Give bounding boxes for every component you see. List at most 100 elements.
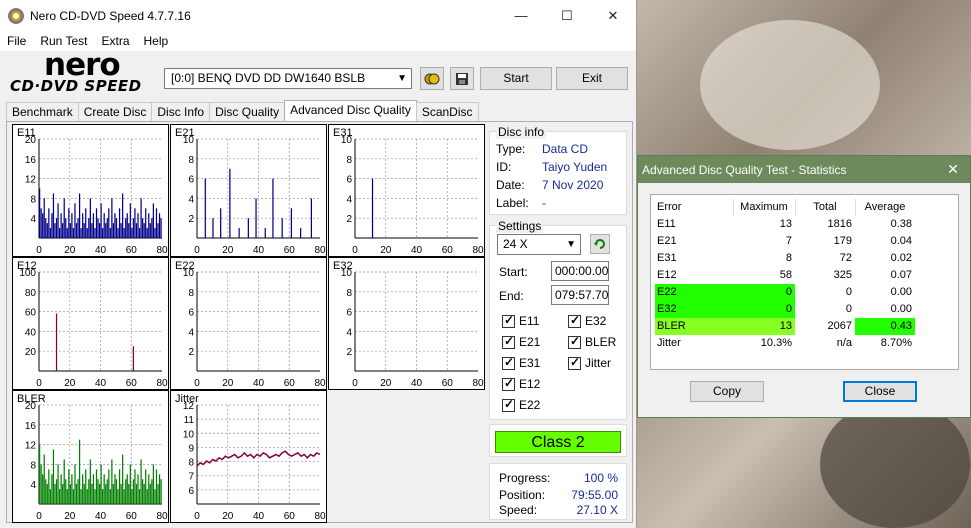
bar <box>49 228 51 238</box>
x-tick-label: 80 <box>314 245 326 256</box>
header-average: Average <box>864 201 906 213</box>
exit-button[interactable]: Exit <box>556 67 628 90</box>
bar <box>131 489 133 504</box>
maximize-button[interactable]: ☐ <box>544 0 590 31</box>
y-tick-label: 100 <box>19 268 36 279</box>
x-tick-label: 20 <box>64 378 76 389</box>
bar <box>97 479 99 504</box>
start-field[interactable]: 000:00.00 <box>551 261 609 281</box>
bar <box>120 223 122 238</box>
bar <box>160 479 162 504</box>
checkbox-e11[interactable]: E11 <box>502 313 539 328</box>
tab-disc-info[interactable]: Disc Info <box>151 102 211 122</box>
menu-help[interactable]: Help <box>137 34 176 48</box>
bar <box>52 193 55 238</box>
dialog-close-icon[interactable]: ✕ <box>936 156 970 183</box>
copy-button[interactable]: Copy <box>690 381 764 402</box>
cell-maximum: 13 <box>733 318 795 335</box>
checkbox-jitter[interactable]: Jitter <box>568 355 611 370</box>
table-row: E22 0 0 0.00 <box>655 284 912 301</box>
cell-total: 72 <box>839 252 852 264</box>
checkbox-e31[interactable]: E31 <box>502 355 540 370</box>
bar <box>125 479 127 504</box>
bar <box>51 213 53 238</box>
y-tick-label: 11 <box>184 415 195 426</box>
menu-extra[interactable]: Extra <box>94 34 136 48</box>
checkbox-tick-icon <box>502 334 515 349</box>
x-tick-label: 80 <box>472 245 484 256</box>
checkbox-tick-icon <box>568 355 581 370</box>
bar <box>204 178 206 238</box>
bar <box>95 208 98 238</box>
tab-benchmark[interactable]: Benchmark <box>6 102 79 122</box>
bar <box>86 489 88 504</box>
bar <box>154 489 156 504</box>
header-error: Error <box>657 201 682 213</box>
checkbox-e12[interactable]: E12 <box>502 376 540 391</box>
cell-maximum: 13 <box>779 218 792 230</box>
drive-select[interactable]: [0:0] BENQ DVD DD DW1640 BSLB ▼ <box>164 68 412 89</box>
bar <box>68 469 70 504</box>
chart-e12: E12 100 80 60 40 20 0 20 40 60 80 <box>12 257 169 390</box>
cell-average: 0.02 <box>890 252 912 264</box>
checkbox-e21[interactable]: E21 <box>502 334 540 349</box>
refresh-button[interactable] <box>590 234 610 254</box>
bar <box>75 484 78 504</box>
checkbox-e22[interactable]: E22 <box>502 397 540 412</box>
y-tick-label: 8 <box>188 288 194 299</box>
checkbox-bler[interactable]: BLER <box>568 334 616 349</box>
cell-total: 0 <box>845 286 852 298</box>
bar <box>74 464 76 504</box>
cell-maximum: 7 <box>785 235 792 247</box>
chart-bler: BLER 20 16 12 8 4 0 20 40 60 80 <box>12 390 169 523</box>
tab-advanced-disc-quality[interactable]: Advanced Disc Quality <box>284 100 417 122</box>
speed-select[interactable]: 24 X ▼ <box>497 234 581 255</box>
y-tick-label: 2 <box>188 214 194 225</box>
dialog-title-bar: Advanced Disc Quality Test - Statistics … <box>638 156 970 183</box>
disc-date-label: Date: <box>496 178 525 192</box>
class-result-badge: Class 2 <box>495 431 621 453</box>
y-tick-label: 8 <box>188 458 194 469</box>
tab-disc-quality[interactable]: Disc Quality <box>209 102 286 122</box>
close-button[interactable]: Close <box>843 381 917 402</box>
bar <box>152 203 155 238</box>
tab-create-disc[interactable]: Create Disc <box>77 102 153 122</box>
end-label: End: <box>499 289 524 303</box>
checkbox-e32[interactable]: E32 <box>568 313 606 328</box>
close-window-button[interactable]: ✕ <box>590 0 636 31</box>
tab-scandisc[interactable]: ScanDisc <box>415 102 479 122</box>
bar <box>148 474 150 504</box>
end-field[interactable]: 079:57.70 <box>551 285 609 305</box>
y-tick-label: 60 <box>25 308 37 319</box>
bar <box>78 439 81 504</box>
bar <box>126 474 128 504</box>
bar <box>92 474 95 504</box>
bar <box>60 474 62 504</box>
y-tick-label: 80 <box>25 288 37 299</box>
y-tick-label: 8 <box>188 155 194 166</box>
bar <box>98 484 101 504</box>
x-tick-label: 0 <box>36 245 42 256</box>
bar <box>112 484 115 504</box>
y-tick-label: 4 <box>346 194 352 205</box>
bar <box>125 218 127 238</box>
menu-run-test[interactable]: Run Test <box>33 34 94 48</box>
bar <box>108 469 110 504</box>
eject-button[interactable] <box>420 67 444 90</box>
disc-type-label: Type: <box>496 142 526 156</box>
bar <box>60 213 62 238</box>
bar <box>82 474 84 504</box>
bar <box>117 489 119 504</box>
bar <box>85 469 87 504</box>
bar <box>220 208 222 238</box>
save-button[interactable] <box>450 67 474 90</box>
cell-maximum: 8 <box>785 252 792 264</box>
x-tick-label: 60 <box>126 511 138 522</box>
bar <box>42 474 44 504</box>
minimize-button[interactable]: — <box>498 0 544 31</box>
header-total: Total <box>813 201 837 213</box>
y-tick-label: 8 <box>346 155 352 166</box>
menu-file[interactable]: File <box>0 34 33 48</box>
start-button[interactable]: Start <box>480 67 552 90</box>
bar <box>109 228 111 238</box>
